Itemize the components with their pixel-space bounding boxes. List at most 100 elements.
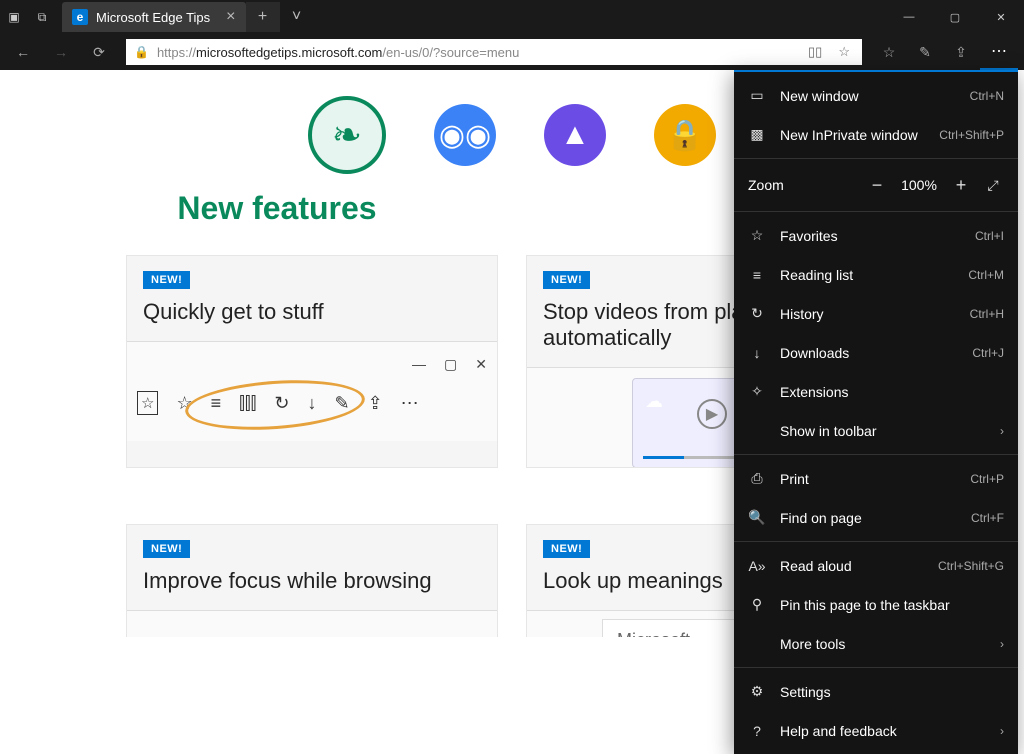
reading-view-icon[interactable]: ▯▯ <box>804 44 826 60</box>
menu-zoom-row: Zoom − 100% + ⤢ <box>734 163 1018 207</box>
card-illustration <box>127 610 497 637</box>
menu-settings[interactable]: ⚙ Settings <box>734 672 1018 711</box>
new-badge: NEW! <box>143 271 190 289</box>
print-icon: ⎙ <box>748 470 766 487</box>
menu-help[interactable]: ? Help and feedback › <box>734 711 1018 750</box>
new-badge: NEW! <box>143 540 190 558</box>
menu-label: Show in toolbar <box>780 423 986 439</box>
menu-label: Print <box>780 471 956 487</box>
edge-logo-icon: e <box>72 9 88 25</box>
browser-tab[interactable]: e Microsoft Edge Tips × <box>62 2 246 32</box>
robot-icon[interactable]: ◉◉ <box>434 104 496 166</box>
zoom-in-button[interactable]: + <box>948 175 974 196</box>
more-menu-button[interactable]: ⋯ <box>980 34 1018 70</box>
new-tab-button[interactable]: + <box>246 2 280 32</box>
minimize-button[interactable]: — <box>886 0 932 34</box>
new-badge: NEW! <box>543 540 590 558</box>
menu-label: Read aloud <box>780 558 924 574</box>
zoom-label: Zoom <box>748 177 856 193</box>
reading-list-icon: ≡ <box>748 267 766 283</box>
menu-read-aloud[interactable]: A» Read aloud Ctrl+Shift+G <box>734 546 1018 585</box>
favorites-hub-icon[interactable]: ☆ <box>872 35 906 69</box>
menu-reading-list[interactable]: ≡ Reading list Ctrl+M <box>734 255 1018 294</box>
card-improve-focus[interactable]: NEW! Improve focus while browsing <box>126 524 498 637</box>
maximize-button[interactable]: ▢ <box>932 0 978 34</box>
menu-label: More tools <box>780 636 986 652</box>
history-icon: ↻ <box>748 305 766 322</box>
hero-title: New features <box>167 190 387 227</box>
tab-pane-icon[interactable]: ▣ <box>0 0 28 34</box>
menu-favorites[interactable]: ☆ Favorites Ctrl+I <box>734 216 1018 255</box>
window-controls: — ▢ ✕ <box>886 0 1024 34</box>
menu-extensions[interactable]: ✧ Extensions <box>734 372 1018 411</box>
close-window-button[interactable]: ✕ <box>978 0 1024 34</box>
leaf-icon[interactable]: ❧ <box>308 96 386 174</box>
close-icon: ✕ <box>475 356 487 373</box>
menu-shortcut: Ctrl+I <box>975 229 1004 243</box>
menu-separator <box>734 158 1018 159</box>
zoom-value: 100% <box>898 177 940 193</box>
lock-circle-icon[interactable]: 🔒 <box>654 104 716 166</box>
settings-menu: ▭ New window Ctrl+N ▩ New InPrivate wind… <box>734 70 1018 754</box>
gear-icon: ⚙ <box>748 683 766 700</box>
max-icon: ▢ <box>444 356 457 373</box>
play-icon: ▶ <box>697 399 727 429</box>
highlight-ring <box>184 375 367 435</box>
tab-chevron-icon[interactable]: ˅ <box>280 2 314 32</box>
chevron-right-icon: › <box>1000 424 1004 438</box>
window-titlebar: ▣ ⧉ e Microsoft Edge Tips × + ˅ — ▢ ✕ <box>0 0 1024 34</box>
fullscreen-icon[interactable]: ⤢ <box>982 177 1004 194</box>
menu-label: Extensions <box>780 384 1004 400</box>
menu-new-window[interactable]: ▭ New window Ctrl+N <box>734 76 1018 115</box>
url-host: microsoftedgetips.microsoft.com <box>196 45 382 60</box>
zoom-out-button[interactable]: − <box>864 175 890 196</box>
window-icon: ▭ <box>748 87 766 104</box>
address-bar[interactable]: 🔒 https://microsoftedgetips.microsoft.co… <box>126 39 862 65</box>
menu-label: Pin this page to the taskbar <box>780 597 1004 613</box>
menu-label: History <box>780 306 956 322</box>
menu-shortcut: Ctrl+F <box>971 511 1004 525</box>
refresh-button[interactable]: ⟳ <box>82 35 116 69</box>
lock-icon: 🔒 <box>134 45 149 59</box>
close-tab-icon[interactable]: × <box>226 8 235 26</box>
url-scheme: https:// <box>157 45 196 60</box>
menu-label: Reading list <box>780 267 954 283</box>
card-illustration: — ▢ ✕ ☆ ☆ ≡ ⫿⫿⫿ ↻ ↓ ✎ ⇪ ⋯ <box>127 341 497 441</box>
titlebar-left: ▣ ⧉ e Microsoft Edge Tips × + ˅ <box>0 0 314 34</box>
download-icon: ↓ <box>748 345 766 361</box>
card-quickly-get-to-stuff[interactable]: NEW! Quickly get to stuff — ▢ ✕ ☆ ☆ ≡ ⫿⫿… <box>126 255 498 468</box>
menu-label: Help and feedback <box>780 723 986 739</box>
menu-label: New InPrivate window <box>780 127 925 143</box>
clip-icon[interactable]: ▲ <box>544 104 606 166</box>
menu-downloads[interactable]: ↓ Downloads Ctrl+J <box>734 333 1018 372</box>
chevron-right-icon: › <box>1000 637 1004 651</box>
share-icon[interactable]: ⇪ <box>944 35 978 69</box>
navigation-bar: ← → ⟳ 🔒 https://microsoftedgetips.micros… <box>0 34 1024 70</box>
menu-history[interactable]: ↻ History Ctrl+H <box>734 294 1018 333</box>
min-icon: — <box>412 356 426 373</box>
menu-shortcut: Ctrl+H <box>970 307 1004 321</box>
forward-button: → <box>44 35 78 69</box>
card-title: Quickly get to stuff <box>143 299 481 325</box>
menu-separator <box>734 454 1018 455</box>
dots-icon: ⋯ <box>401 393 419 414</box>
menu-pin[interactable]: ⚲ Pin this page to the taskbar <box>734 585 1018 624</box>
search-icon: 🔍 <box>748 509 766 526</box>
menu-show-toolbar[interactable]: Show in toolbar › <box>734 411 1018 450</box>
menu-shortcut: Ctrl+J <box>972 346 1004 360</box>
menu-inprivate[interactable]: ▩ New InPrivate window Ctrl+Shift+P <box>734 115 1018 154</box>
menu-shortcut: Ctrl+M <box>968 268 1004 282</box>
set-aside-icon[interactable]: ⧉ <box>28 0 56 34</box>
back-button[interactable]: ← <box>6 35 40 69</box>
new-badge: NEW! <box>543 271 590 289</box>
menu-more-tools[interactable]: More tools › <box>734 624 1018 663</box>
favorite-star-icon[interactable]: ☆ <box>834 44 854 60</box>
menu-find[interactable]: 🔍 Find on page Ctrl+F <box>734 498 1018 537</box>
menu-label: Settings <box>780 684 1004 700</box>
menu-label: Downloads <box>780 345 958 361</box>
notes-icon[interactable]: ✎ <box>908 35 942 69</box>
help-icon: ? <box>748 723 766 739</box>
menu-print[interactable]: ⎙ Print Ctrl+P <box>734 459 1018 498</box>
menu-shortcut: Ctrl+Shift+G <box>938 559 1004 573</box>
menu-shortcut: Ctrl+P <box>970 472 1004 486</box>
